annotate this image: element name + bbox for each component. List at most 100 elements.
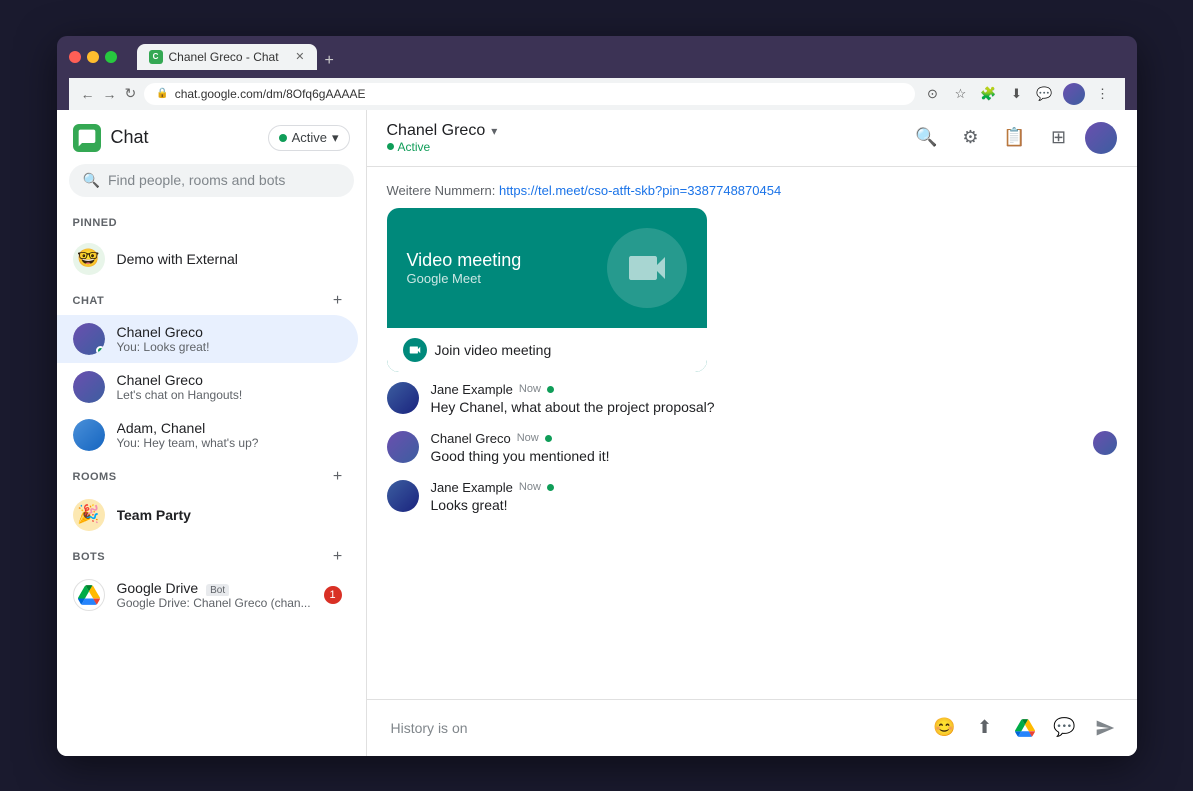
message-sender-3: Jane Example xyxy=(431,480,513,495)
sidebar-item-adam-chanel[interactable]: Adam, Chanel You: Hey team, what's up? xyxy=(57,411,358,459)
settings-btn[interactable]: ⚙ xyxy=(953,120,989,156)
apps-btn[interactable]: ⊞ xyxy=(1041,120,1077,156)
video-card-subtitle: Google Meet xyxy=(407,271,522,286)
message-input[interactable]: History is on xyxy=(383,720,921,736)
minimize-window-btn[interactable] xyxy=(87,51,99,63)
float-avatar xyxy=(1093,431,1117,455)
meet-link[interactable]: https://tel.meet/cso-atft-skb?pin=338774… xyxy=(499,183,781,198)
search-icon: 🔍 xyxy=(83,172,100,189)
back-btn[interactable]: ← xyxy=(81,86,95,102)
unread-badge: 1 xyxy=(324,586,342,604)
profile-avatar[interactable] xyxy=(1063,83,1085,105)
bots-label: BOTS xyxy=(73,551,106,563)
rooms-label: ROOMS xyxy=(73,471,117,483)
search-chat-btn[interactable]: 🔍 xyxy=(909,120,945,156)
chat-section-header: CHAT + xyxy=(57,283,366,315)
address-bar[interactable]: 🔒 chat.google.com/dm/8Ofq6gAAAAE xyxy=(144,83,914,105)
chat-apps-btn[interactable]: 💬 xyxy=(1049,712,1081,744)
browser-controls: C Chanel Greco - Chat ✕ + xyxy=(69,44,1125,70)
contact-dropdown-icon[interactable]: ▾ xyxy=(491,124,497,138)
account-btn[interactable]: ⊙ xyxy=(923,84,943,104)
send-btn[interactable] xyxy=(1089,712,1121,744)
chanel-hangouts-name: Chanel Greco xyxy=(117,372,342,388)
chanel-active-text: Chanel Greco You: Looks great! xyxy=(117,324,342,354)
message-content-3: Jane Example Now Looks great! xyxy=(431,480,1117,513)
search-bar[interactable]: 🔍 Find people, rooms and bots xyxy=(69,164,354,197)
new-tab-btn[interactable]: + xyxy=(317,52,342,70)
bookmark-btn[interactable]: ☆ xyxy=(951,84,971,104)
chanel-active-sub: You: Looks great! xyxy=(117,340,342,354)
video-card-title: Video meeting xyxy=(407,250,522,271)
meet-link-label: Weitere Nummern: xyxy=(387,183,496,198)
google-drive-sub: Google Drive: Chanel Greco (chan... xyxy=(117,596,312,610)
message-meta-3: Jane Example Now xyxy=(431,480,1117,495)
extension-chat-btn[interactable]: 💬 xyxy=(1035,84,1055,104)
sidebar-item-demo-external[interactable]: 🤓 Demo with External xyxy=(57,235,358,283)
demo-external-name: Demo with External xyxy=(117,251,342,267)
header-actions: 🔍 ⚙ 📋 ⊞ xyxy=(909,120,1117,156)
chanel-active-name: Chanel Greco xyxy=(117,324,342,340)
demo-external-text: Demo with External xyxy=(117,251,342,267)
team-party-avatar: 🎉 xyxy=(73,499,105,531)
chat-label: CHAT xyxy=(73,295,105,307)
upload-btn[interactable]: ⬆ xyxy=(969,712,1001,744)
video-meeting-card: Video meeting Google Meet xyxy=(387,208,707,372)
header-user-avatar[interactable] xyxy=(1085,122,1117,154)
contact-status: Active xyxy=(387,140,498,154)
drive-btn[interactable] xyxy=(1009,712,1041,744)
browser-actions: ⊙ ☆ 🧩 ⬇ 💬 ⋮ xyxy=(923,83,1113,105)
active-tab[interactable]: C Chanel Greco - Chat ✕ xyxy=(137,44,317,70)
jane-avatar-3 xyxy=(387,480,419,512)
chanel-hangouts-avatar xyxy=(73,371,105,403)
main-chat: Chanel Greco ▾ Active 🔍 ⚙ 📋 ⊞ xyxy=(367,110,1137,756)
google-drive-text: Google Drive Bot Google Drive: Chanel Gr… xyxy=(117,580,312,610)
message-meta-1: Jane Example Now xyxy=(431,382,1117,397)
lock-icon: 🔒 xyxy=(156,88,168,99)
address-text: chat.google.com/dm/8Ofq6gAAAAE xyxy=(175,87,366,101)
demo-external-avatar: 🤓 xyxy=(73,243,105,275)
messages-area: Weitere Nummern: https://tel.meet/cso-at… xyxy=(367,167,1137,699)
message-sender-1: Jane Example xyxy=(431,382,513,397)
extension-download-btn[interactable]: ⬇ xyxy=(1007,84,1027,104)
message-group-3: Jane Example Now Looks great! xyxy=(387,480,1117,513)
more-menu-btn[interactable]: ⋮ xyxy=(1093,84,1113,104)
status-dot xyxy=(279,134,287,142)
input-area: History is on 😊 ⬆ 💬 xyxy=(367,699,1137,756)
message-text-1: Hey Chanel, what about the project propo… xyxy=(431,399,1117,415)
close-window-btn[interactable] xyxy=(69,51,81,63)
team-party-name: Team Party xyxy=(117,507,342,523)
archive-btn[interactable]: 📋 xyxy=(997,120,1033,156)
tab-close-btn[interactable]: ✕ xyxy=(295,50,304,63)
join-meeting-btn[interactable]: Join video meeting xyxy=(387,328,707,372)
status-dropdown[interactable]: Active ▾ xyxy=(268,125,350,151)
sidebar-item-google-drive[interactable]: Google Drive Bot Google Drive: Chanel Gr… xyxy=(57,571,358,619)
sender-online-dot-1 xyxy=(547,386,554,393)
sidebar-item-team-party[interactable]: 🎉 Team Party xyxy=(57,491,358,539)
message-meta-2: Chanel Greco Now xyxy=(431,431,1081,446)
reload-btn[interactable]: ↻ xyxy=(125,85,137,102)
join-meeting-label: Join video meeting xyxy=(435,342,552,358)
rooms-section-header: ROOMS + xyxy=(57,459,366,491)
forward-btn[interactable]: → xyxy=(103,86,117,102)
sidebar-item-chanel-active[interactable]: Chanel Greco You: Looks great! xyxy=(57,315,358,363)
sidebar-item-chanel-hangouts[interactable]: Chanel Greco Let's chat on Hangouts! xyxy=(57,363,358,411)
add-room-btn[interactable]: + xyxy=(326,465,350,489)
traffic-lights xyxy=(69,51,117,63)
message-text-3: Looks great! xyxy=(431,497,1117,513)
bots-section-header: BOTS + xyxy=(57,539,366,571)
extension-puzzle-btn[interactable]: 🧩 xyxy=(979,84,999,104)
add-bot-btn[interactable]: + xyxy=(326,545,350,569)
team-party-text: Team Party xyxy=(117,507,342,523)
add-chat-btn[interactable]: + xyxy=(326,289,350,313)
google-drive-name: Google Drive Bot xyxy=(117,580,312,596)
google-drive-avatar xyxy=(73,579,105,611)
tab-title: Chanel Greco - Chat xyxy=(169,50,279,64)
chat-header: Chanel Greco ▾ Active 🔍 ⚙ 📋 ⊞ xyxy=(367,110,1137,167)
chanel-active-avatar xyxy=(73,323,105,355)
tab-bar: C Chanel Greco - Chat ✕ + xyxy=(137,44,342,70)
pinned-section: PINNED xyxy=(57,205,366,235)
emoji-btn[interactable]: 😊 xyxy=(929,712,961,744)
meet-link-row: Weitere Nummern: https://tel.meet/cso-at… xyxy=(387,183,1117,198)
adam-chanel-name: Adam, Chanel xyxy=(117,420,342,436)
maximize-window-btn[interactable] xyxy=(105,51,117,63)
